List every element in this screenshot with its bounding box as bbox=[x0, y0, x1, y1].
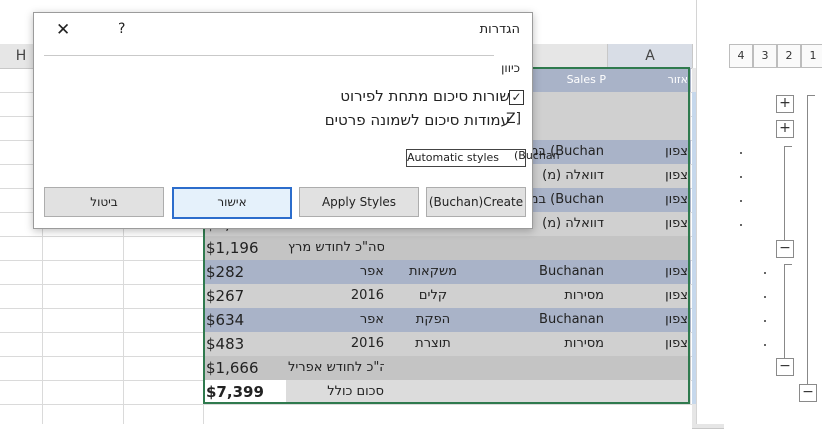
collapse-group-button[interactable]: − bbox=[776, 240, 794, 258]
automatic-styles-prefix: (Buchan bbox=[514, 149, 560, 162]
close-icon[interactable]: ✕ bbox=[56, 21, 70, 39]
outline-dot bbox=[764, 344, 766, 346]
cell-b[interactable] bbox=[482, 236, 604, 260]
summary-cols-checkbox[interactable]: Z] bbox=[506, 111, 521, 127]
outline-level-2-button[interactable]: 2 bbox=[777, 44, 801, 68]
outline-dot bbox=[740, 200, 742, 202]
cell-b[interactable] bbox=[482, 380, 604, 404]
cell-c[interactable] bbox=[390, 356, 476, 380]
outline-bracket bbox=[784, 264, 785, 358]
cell-e[interactable]: $267 bbox=[206, 284, 284, 308]
cell-b[interactable] bbox=[482, 356, 604, 380]
expand-group-button[interactable]: + bbox=[776, 120, 794, 138]
cell-b[interactable]: מסירות bbox=[482, 284, 604, 308]
outline-bracket bbox=[784, 146, 792, 147]
cell-region[interactable]: צפון bbox=[610, 284, 688, 308]
outline-dot bbox=[740, 176, 742, 178]
expand-group-button[interactable]: + bbox=[776, 95, 794, 113]
outline-level-label: 4 bbox=[737, 49, 745, 62]
collapse-group-button[interactable]: − bbox=[776, 358, 794, 376]
header-sales-cell[interactable]: Sales P bbox=[560, 68, 606, 92]
group-line bbox=[44, 55, 494, 56]
cell-b[interactable]: Buchanan bbox=[482, 308, 604, 332]
outline-bracket bbox=[784, 264, 792, 265]
header-region-cell[interactable]: אזור bbox=[640, 68, 688, 92]
outline-panel: 4 3 2 1 bbox=[696, 0, 822, 424]
outline-level-3-button[interactable]: 3 bbox=[753, 44, 777, 68]
outline-dot bbox=[764, 272, 766, 274]
cell-c[interactable]: תוצרת bbox=[390, 332, 476, 356]
cell-e[interactable]: $1,666 bbox=[206, 356, 284, 380]
cell-region[interactable]: צפון bbox=[610, 164, 688, 188]
outline-dot bbox=[740, 152, 742, 154]
cell-region[interactable]: צפון bbox=[610, 140, 688, 164]
outline-bracket bbox=[807, 95, 808, 384]
cell-region[interactable]: צפון bbox=[610, 332, 688, 356]
cell-e[interactable]: $1,196 bbox=[206, 236, 284, 260]
column-header-h-label: H bbox=[15, 48, 27, 64]
settings-dialog: הגדרות ? ✕ כיוון שורות סיכום מתחת לפירוט… bbox=[33, 12, 560, 229]
outline-level-label: 1 bbox=[809, 49, 817, 62]
outline-dot bbox=[740, 224, 742, 226]
cell-region[interactable]: צפון bbox=[610, 308, 688, 332]
cell-b[interactable]: Buchanan bbox=[482, 260, 604, 284]
summary-rows-label[interactable]: שורות סיכום מתחת לפירוט bbox=[340, 87, 510, 105]
cell-region[interactable] bbox=[610, 356, 688, 380]
cell-e[interactable]: $634 bbox=[206, 308, 284, 332]
cell-d[interactable]: סכום כולל bbox=[288, 380, 384, 404]
column-header-a[interactable]: A bbox=[608, 44, 693, 69]
collapse-group-button[interactable]: − bbox=[799, 384, 817, 402]
automatic-styles-checkbox-area[interactable]: Automatic styles bbox=[406, 149, 526, 167]
direction-label: כיוון bbox=[501, 61, 520, 75]
outline-bracket bbox=[807, 95, 815, 96]
cell-d[interactable]: 2016 bbox=[288, 284, 384, 308]
cell-region[interactable]: צפון bbox=[610, 188, 688, 212]
column-header-a-label: A bbox=[645, 48, 655, 64]
cell-c[interactable]: קלים bbox=[390, 284, 476, 308]
help-icon[interactable]: ? bbox=[118, 21, 125, 37]
outline-level-label: 3 bbox=[761, 49, 769, 62]
cell-e[interactable]: $282 bbox=[206, 260, 284, 284]
outline-dot bbox=[764, 320, 766, 322]
cancel-button[interactable]: ביטול bbox=[44, 187, 164, 217]
outline-level-label: 2 bbox=[785, 49, 793, 62]
outline-bracket bbox=[784, 146, 785, 240]
apply-styles-button[interactable]: Apply Styles bbox=[299, 187, 419, 217]
cell-d[interactable]: אפר bbox=[288, 260, 384, 284]
cell-c[interactable]: משקאות bbox=[390, 260, 476, 284]
cell-d[interactable]: סה"כ לחודש אפריל bbox=[288, 356, 384, 380]
cell-c[interactable] bbox=[390, 236, 476, 260]
cell-region[interactable] bbox=[610, 380, 688, 404]
summary-rows-checkbox[interactable]: ✓ bbox=[509, 90, 524, 105]
cell-d[interactable]: סה"כ לחודש מרץ bbox=[288, 236, 384, 260]
cell-e[interactable]: $483 bbox=[206, 332, 284, 356]
automatic-styles-label: Automatic styles bbox=[407, 151, 500, 164]
cell-region[interactable]: צפון bbox=[610, 260, 688, 284]
summary-cols-label[interactable]: עמודות סיכום לשמונה פרטים bbox=[325, 111, 510, 129]
outline-dot bbox=[764, 296, 766, 298]
cell-d[interactable]: אפר bbox=[288, 308, 384, 332]
cell-region[interactable] bbox=[610, 236, 688, 260]
create-button[interactable]: (Buchan)Create bbox=[426, 187, 526, 217]
ok-button[interactable]: אישור bbox=[172, 187, 292, 219]
cell-d[interactable]: 2016 bbox=[288, 332, 384, 356]
dialog-title: הגדרות bbox=[479, 22, 520, 37]
outline-level-1-button[interactable]: 1 bbox=[801, 44, 822, 68]
cell-region[interactable]: צפון bbox=[610, 212, 688, 236]
cell-e[interactable]: $7,399 bbox=[206, 380, 284, 404]
cell-c[interactable] bbox=[390, 380, 476, 404]
cell-c[interactable]: הפקת bbox=[390, 308, 476, 332]
outline-level-4-button[interactable]: 4 bbox=[729, 44, 753, 68]
cell-b[interactable]: מסירות bbox=[482, 332, 604, 356]
